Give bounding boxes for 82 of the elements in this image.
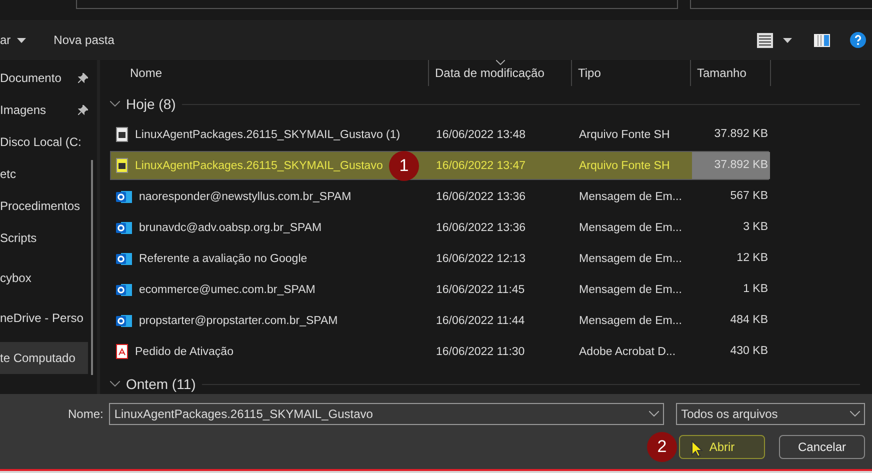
group-header[interactable]: Ontem (11): [126, 376, 196, 392]
mail-app-icon: [116, 282, 132, 298]
sidebar-item[interactable]: etc: [0, 158, 88, 190]
script-file-icon: [116, 127, 128, 142]
script-file-icon: [116, 158, 128, 173]
name-label: Nome:: [68, 407, 104, 421]
sidebar-item[interactable]: neDrive - Perso: [0, 302, 88, 334]
sidebar-item[interactable]: cybox: [0, 262, 88, 294]
file-name: Referente a avaliação no Google: [139, 252, 308, 264]
mail-app-icon: [116, 188, 132, 204]
file-type: Arquivo Fonte SH: [578, 128, 671, 140]
search-field[interactable]: [690, 0, 872, 9]
pdf-file-icon: [116, 344, 128, 359]
modified-date: 16/06/2022 11:44: [435, 314, 526, 326]
chevron-icon[interactable]: [649, 411, 660, 417]
file-size: 12 KB: [736, 251, 769, 266]
file-type: Mensagem de Em...: [578, 190, 683, 202]
column-header[interactable]: Nome: [110, 60, 429, 86]
sidebar-item[interactable]: Disco Local (C:: [0, 126, 88, 158]
file-size: 37.892 KB: [692, 152, 770, 179]
cursor-icon: [691, 440, 703, 458]
file-size: 484 KB: [729, 313, 769, 328]
sidebar-item[interactable]: Scripts: [0, 222, 88, 254]
sidebar-item[interactable]: te Computado: [0, 342, 88, 374]
list-view-icon[interactable]: [757, 32, 773, 48]
sort-caret-icon: [496, 60, 505, 65]
mail-app-icon: [116, 312, 132, 328]
sidebar-item[interactable]: Imagens: [0, 94, 88, 126]
file-name: ecommerce@umec.com.br_SPAM: [139, 284, 316, 296]
file-name: LinuxAgentPackages.26115_SKYMAIL_Gustavo: [135, 160, 383, 172]
preview-pane-icon[interactable]: [814, 34, 830, 46]
sidebar-item[interactable]: Documento: [0, 62, 88, 94]
chevron-icon[interactable]: [110, 381, 120, 387]
file-name: naoresponder@newstyllus.com.br_SPAM: [139, 190, 352, 202]
caret-icon: [16, 38, 26, 42]
file-type-dropdown[interactable]: Todos os arquivos: [676, 403, 865, 425]
group-header[interactable]: Hoje (8): [126, 96, 176, 112]
file-name: LinuxAgentPackages.26115_SKYMAIL_Gustavo (1): [135, 128, 400, 140]
file-type: Arquivo Fonte SH: [578, 160, 671, 172]
file-row[interactable]: brunavdc@adv.oabsp.org.br_SPAM 16/06/2022 13:36 Mensagem de Em... 3 KB: [110, 213, 769, 242]
modified-date: 16/06/2022 13:36: [435, 222, 527, 234]
file-row[interactable]: Referente a avaliação no Google 16/06/2022 12:13 Mensagem de Em... 12 KB: [110, 244, 769, 273]
mail-app-icon: [116, 220, 132, 236]
caret-icon[interactable]: [783, 38, 792, 42]
file-type: Mensagem de Em...: [578, 222, 683, 234]
file-row[interactable]: ecommerce@umec.com.br_SPAM 16/06/2022 11:45 Mensagem de Em... 1 KB: [110, 275, 769, 304]
column-header[interactable]: Tipo: [572, 60, 691, 86]
organize-button[interactable]: ar: [0, 29, 26, 51]
mail-app-icon: [116, 250, 132, 266]
column-header[interactable]: Tamanho: [691, 60, 771, 86]
chevron-icon[interactable]: [110, 101, 120, 107]
modified-date: 16/06/2022 11:45: [435, 284, 526, 296]
file-type: Mensagem de Em...: [578, 314, 683, 326]
sidebar-item[interactable]: Procedimentos: [0, 190, 88, 222]
file-type: Mensagem de Em...: [578, 252, 683, 264]
file-type: Adobe Acrobat D...: [578, 346, 677, 358]
cancel-button[interactable]: Cancelar: [779, 435, 865, 459]
file-size: 3 KB: [742, 220, 769, 235]
file-size: 1 KB: [742, 282, 769, 297]
file-type: Mensagem de Em...: [578, 284, 683, 296]
modified-date: 16/06/2022 13:48: [435, 128, 527, 140]
column-header[interactable]: Data de modificação: [429, 60, 572, 86]
file-name: propstarter@propstarter.com.br_SPAM: [139, 314, 338, 326]
help-icon[interactable]: [850, 32, 866, 48]
file-row[interactable]: Pedido de Ativação 16/06/2022 11:30 Adobe Acrobat D... 430 KB: [110, 337, 769, 366]
file-name: Pedido de Ativação: [135, 346, 234, 358]
file-size: 430 KB: [729, 344, 769, 359]
file-name-field[interactable]: LinuxAgentPackages.26115_SKYMAIL_Gustavo: [109, 403, 664, 425]
new-folder-button[interactable]: Nova pasta: [54, 29, 114, 51]
chevron-icon: [850, 411, 860, 417]
open-button[interactable]: Abrir: [679, 435, 765, 459]
file-row[interactable]: LinuxAgentPackages.26115_SKYMAIL_Gustavo (1) 16/06/2022 13:48 Arquivo Fonte SH 37.892 KB: [110, 120, 769, 149]
file-size: 567 KB: [729, 189, 769, 204]
file-row[interactable]: propstarter@propstarter.com.br_SPAM 16/06/2022 11:44 Mensagem de Em... 484 KB: [110, 306, 769, 335]
step-badge: 2: [647, 432, 677, 462]
file-row[interactable]: naoresponder@newstyllus.com.br_SPAM 16/06/2022 13:36 Mensagem de Em... 567 KB: [110, 182, 769, 211]
modified-date: 16/06/2022 12:13: [435, 252, 527, 264]
file-size: 37.892 KB: [713, 127, 769, 142]
modified-date: 16/06/2022 11:30: [435, 346, 526, 358]
modified-date: 16/06/2022 13:47: [435, 160, 527, 172]
file-name: brunavdc@adv.oabsp.org.br_SPAM: [139, 222, 322, 234]
modified-date: 16/06/2022 13:36: [435, 190, 527, 202]
